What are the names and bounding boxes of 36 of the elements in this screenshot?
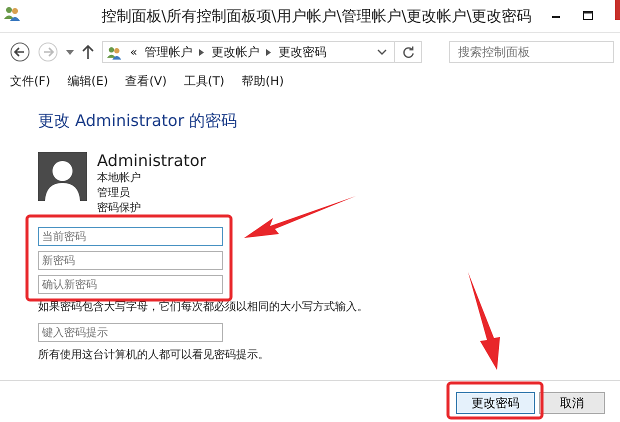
window-title: 控制面板\所有控制面板项\用户帐户\管理帐户\更改帐户\更改密码 (100, 6, 533, 26)
breadcrumb-item[interactable]: 管理帐户 (144, 44, 192, 60)
account-name: Administrator (97, 152, 206, 170)
hint-field[interactable]: 键入密码提示 (38, 323, 223, 342)
menu-item[interactable]: 文件(F) (10, 72, 50, 90)
password-field[interactable]: 新密码 (38, 251, 223, 270)
breadcrumb-arrow-icon[interactable] (199, 48, 204, 56)
hint-note: 所有使用这台计算机的人都可以看见密码提示。 (38, 347, 270, 362)
breadcrumb-item[interactable]: 更改帐户 (211, 44, 260, 60)
maximize-icon[interactable] (583, 11, 593, 21)
up-arrow-icon[interactable] (82, 45, 94, 59)
account-detail: 密码保护 (97, 200, 142, 215)
cancel-button[interactable]: 取消 (539, 392, 605, 414)
user-avatar (38, 152, 87, 201)
users-icon (4, 5, 22, 21)
search-field[interactable]: 搜索控制面板 (449, 41, 614, 63)
menu-item[interactable]: 编辑(E) (67, 72, 108, 90)
users-icon (107, 44, 123, 60)
page-heading: 更改 Administrator 的密码 (38, 111, 238, 132)
breadcrumb-arrow-icon[interactable] (266, 48, 272, 56)
chevron-down-icon[interactable] (377, 49, 387, 55)
overflow-chevron[interactable]: « (130, 45, 138, 59)
account-detail: 管理员 (97, 185, 131, 200)
breadcrumb-item[interactable]: 更改密码 (278, 44, 326, 60)
password-field[interactable]: 当前密码 (38, 227, 223, 246)
refresh-icon[interactable] (402, 46, 415, 58)
password-field[interactable]: 确认新密码 (38, 275, 223, 294)
dropdown-icon[interactable] (66, 50, 74, 54)
menu-item[interactable]: 查看(V) (125, 72, 167, 90)
menu-item[interactable]: 工具(T) (184, 72, 224, 90)
menu-item[interactable]: 帮助(H) (242, 72, 284, 90)
account-detail: 本地帐户 (97, 170, 142, 185)
back-icon[interactable] (10, 42, 30, 62)
case-note: 如果密码包含大写字母，它们每次都必须以相同的大小写方式输入。 (38, 299, 369, 314)
address-bar[interactable]: « 管理帐户 更改帐户 更改密码 (102, 41, 422, 63)
change-password-button[interactable]: 更改密码 (456, 392, 535, 414)
